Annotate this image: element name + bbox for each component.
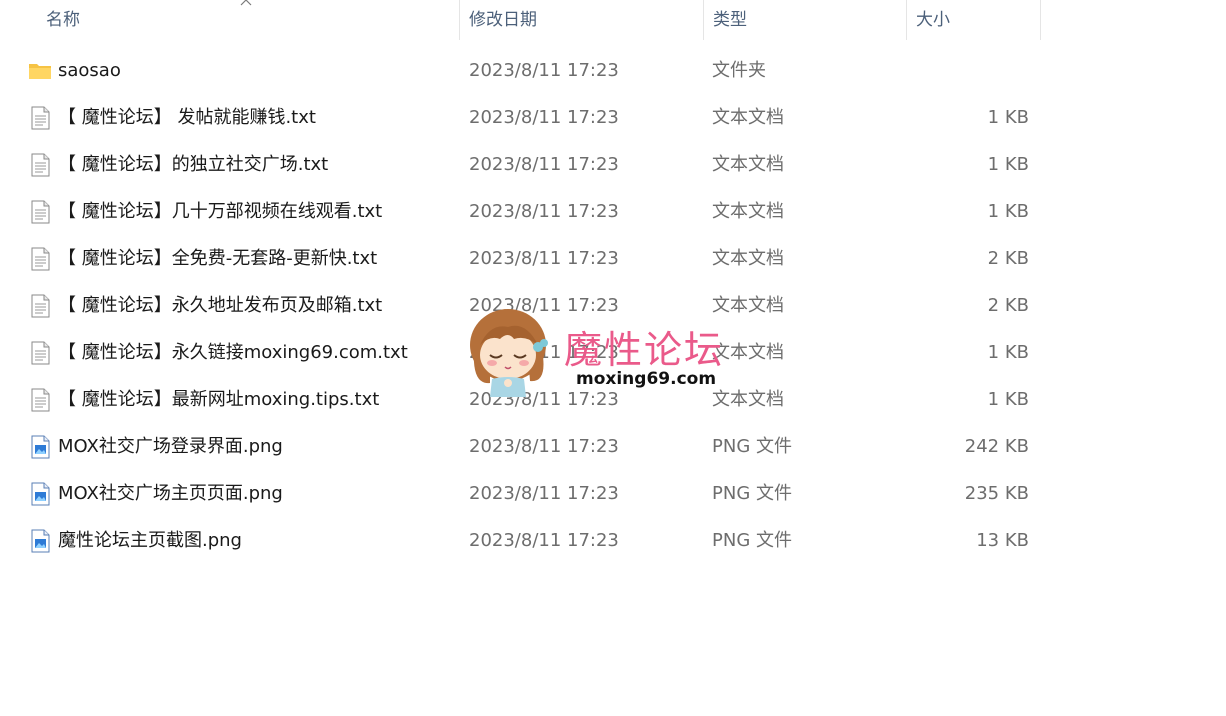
file-size: 2 KB <box>987 295 1029 316</box>
file-type: 文本文档 <box>712 107 784 128</box>
folder-icon <box>28 59 52 83</box>
column-header-type[interactable]: 类型 <box>703 0 906 40</box>
file-row[interactable]: 【 魔性论坛】 发帖就能赚钱.txt 2023/8/11 17:23 文本文档 1 K… <box>0 94 1226 141</box>
file-size: 1 KB <box>987 389 1029 410</box>
file-size: 242 KB <box>964 436 1029 457</box>
file-size: 1 KB <box>987 201 1029 222</box>
file-size: 1 KB <box>987 342 1029 363</box>
file-name: MOX社交广场主页页面.png <box>58 483 283 504</box>
file-size: 235 KB <box>964 483 1029 504</box>
file-date-modified: 2023/8/11 17:23 <box>469 483 619 504</box>
file-name: 【 魔性论坛】永久链接moxing69.com.txt <box>58 342 408 363</box>
text-file-icon <box>28 200 52 224</box>
file-type: PNG 文件 <box>712 483 792 504</box>
text-file-icon <box>28 153 52 177</box>
image-file-icon <box>28 529 52 553</box>
file-name: MOX社交广场登录界面.png <box>58 436 283 457</box>
file-name: 【 魔性论坛】几十万部视频在线观看.txt <box>58 201 383 222</box>
column-header-bar: 名称 修改日期 类型 大小 <box>0 0 1226 40</box>
file-date-modified: 2023/8/11 17:23 <box>469 60 619 81</box>
cartoon-girl-logo <box>470 309 548 397</box>
column-header-date-modified[interactable]: 修改日期 <box>459 0 703 40</box>
file-row[interactable]: saosao 2023/8/11 17:23 文件夹 <box>0 47 1226 94</box>
file-type: 文本文档 <box>712 248 784 269</box>
file-type: 文件夹 <box>712 60 766 81</box>
file-date-modified: 2023/8/11 17:23 <box>469 107 619 128</box>
column-header-name[interactable]: 名称 <box>36 0 459 40</box>
file-date-modified: 2023/8/11 17:23 <box>469 436 619 457</box>
file-size: 1 KB <box>987 107 1029 128</box>
file-name: 【 魔性论坛】全免费-无套路-更新快.txt <box>58 248 378 269</box>
watermark: 魔性论坛 moxing69.com <box>468 305 738 400</box>
file-size: 13 KB <box>976 530 1029 551</box>
file-name: saosao <box>58 60 121 81</box>
file-name: 魔性论坛主页截图.png <box>58 530 242 551</box>
text-file-icon <box>28 247 52 271</box>
file-type: PNG 文件 <box>712 530 792 551</box>
file-name: 【 魔性论坛】最新网址moxing.tips.txt <box>58 389 380 410</box>
file-date-modified: 2023/8/11 17:23 <box>469 201 619 222</box>
file-row[interactable]: MOX社交广场主页页面.png 2023/8/11 17:23 PNG 文件 235 … <box>0 470 1226 517</box>
text-file-icon <box>28 388 52 412</box>
file-row[interactable]: 【 魔性论坛】的独立社交广场.txt 2023/8/11 17:23 文本文档 1 K… <box>0 141 1226 188</box>
file-type: PNG 文件 <box>712 436 792 457</box>
watermark-url: moxing69.com <box>574 369 719 389</box>
file-size: 1 KB <box>987 154 1029 175</box>
text-file-icon <box>28 294 52 318</box>
file-type: 文本文档 <box>712 154 784 175</box>
file-name: 【 魔性论坛】永久地址发布页及邮箱.txt <box>58 295 383 316</box>
text-file-icon <box>28 106 52 130</box>
file-date-modified: 2023/8/11 17:23 <box>469 154 619 175</box>
file-size: 2 KB <box>987 248 1029 269</box>
file-row[interactable]: 【 魔性论坛】几十万部视频在线观看.txt 2023/8/11 17:23 文本文档… <box>0 188 1226 235</box>
text-file-icon <box>28 341 52 365</box>
image-file-icon <box>28 435 52 459</box>
column-header-size[interactable]: 大小 <box>906 0 1040 40</box>
image-file-icon <box>28 482 52 506</box>
file-name: 【 魔性论坛】的独立社交广场.txt <box>58 154 329 175</box>
file-row[interactable]: 魔性论坛主页截图.png 2023/8/11 17:23 PNG 文件 13 KB <box>0 517 1226 564</box>
file-type: 文本文档 <box>712 201 784 222</box>
file-row[interactable]: 【 魔性论坛】全免费-无套路-更新快.txt 2023/8/11 17:23 文本文… <box>0 235 1226 282</box>
watermark-title: 魔性论坛 <box>564 328 725 372</box>
file-date-modified: 2023/8/11 17:23 <box>469 530 619 551</box>
file-explorer: 名称 修改日期 类型 大小 saosao 2023/8/11 17:23 文件夹【 … <box>0 0 1226 716</box>
file-row[interactable]: MOX社交广场登录界面.png 2023/8/11 17:23 PNG 文件 242 … <box>0 423 1226 470</box>
file-date-modified: 2023/8/11 17:23 <box>469 248 619 269</box>
column-divider[interactable] <box>1040 0 1041 40</box>
file-name: 【 魔性论坛】 发帖就能赚钱.txt <box>58 107 316 128</box>
